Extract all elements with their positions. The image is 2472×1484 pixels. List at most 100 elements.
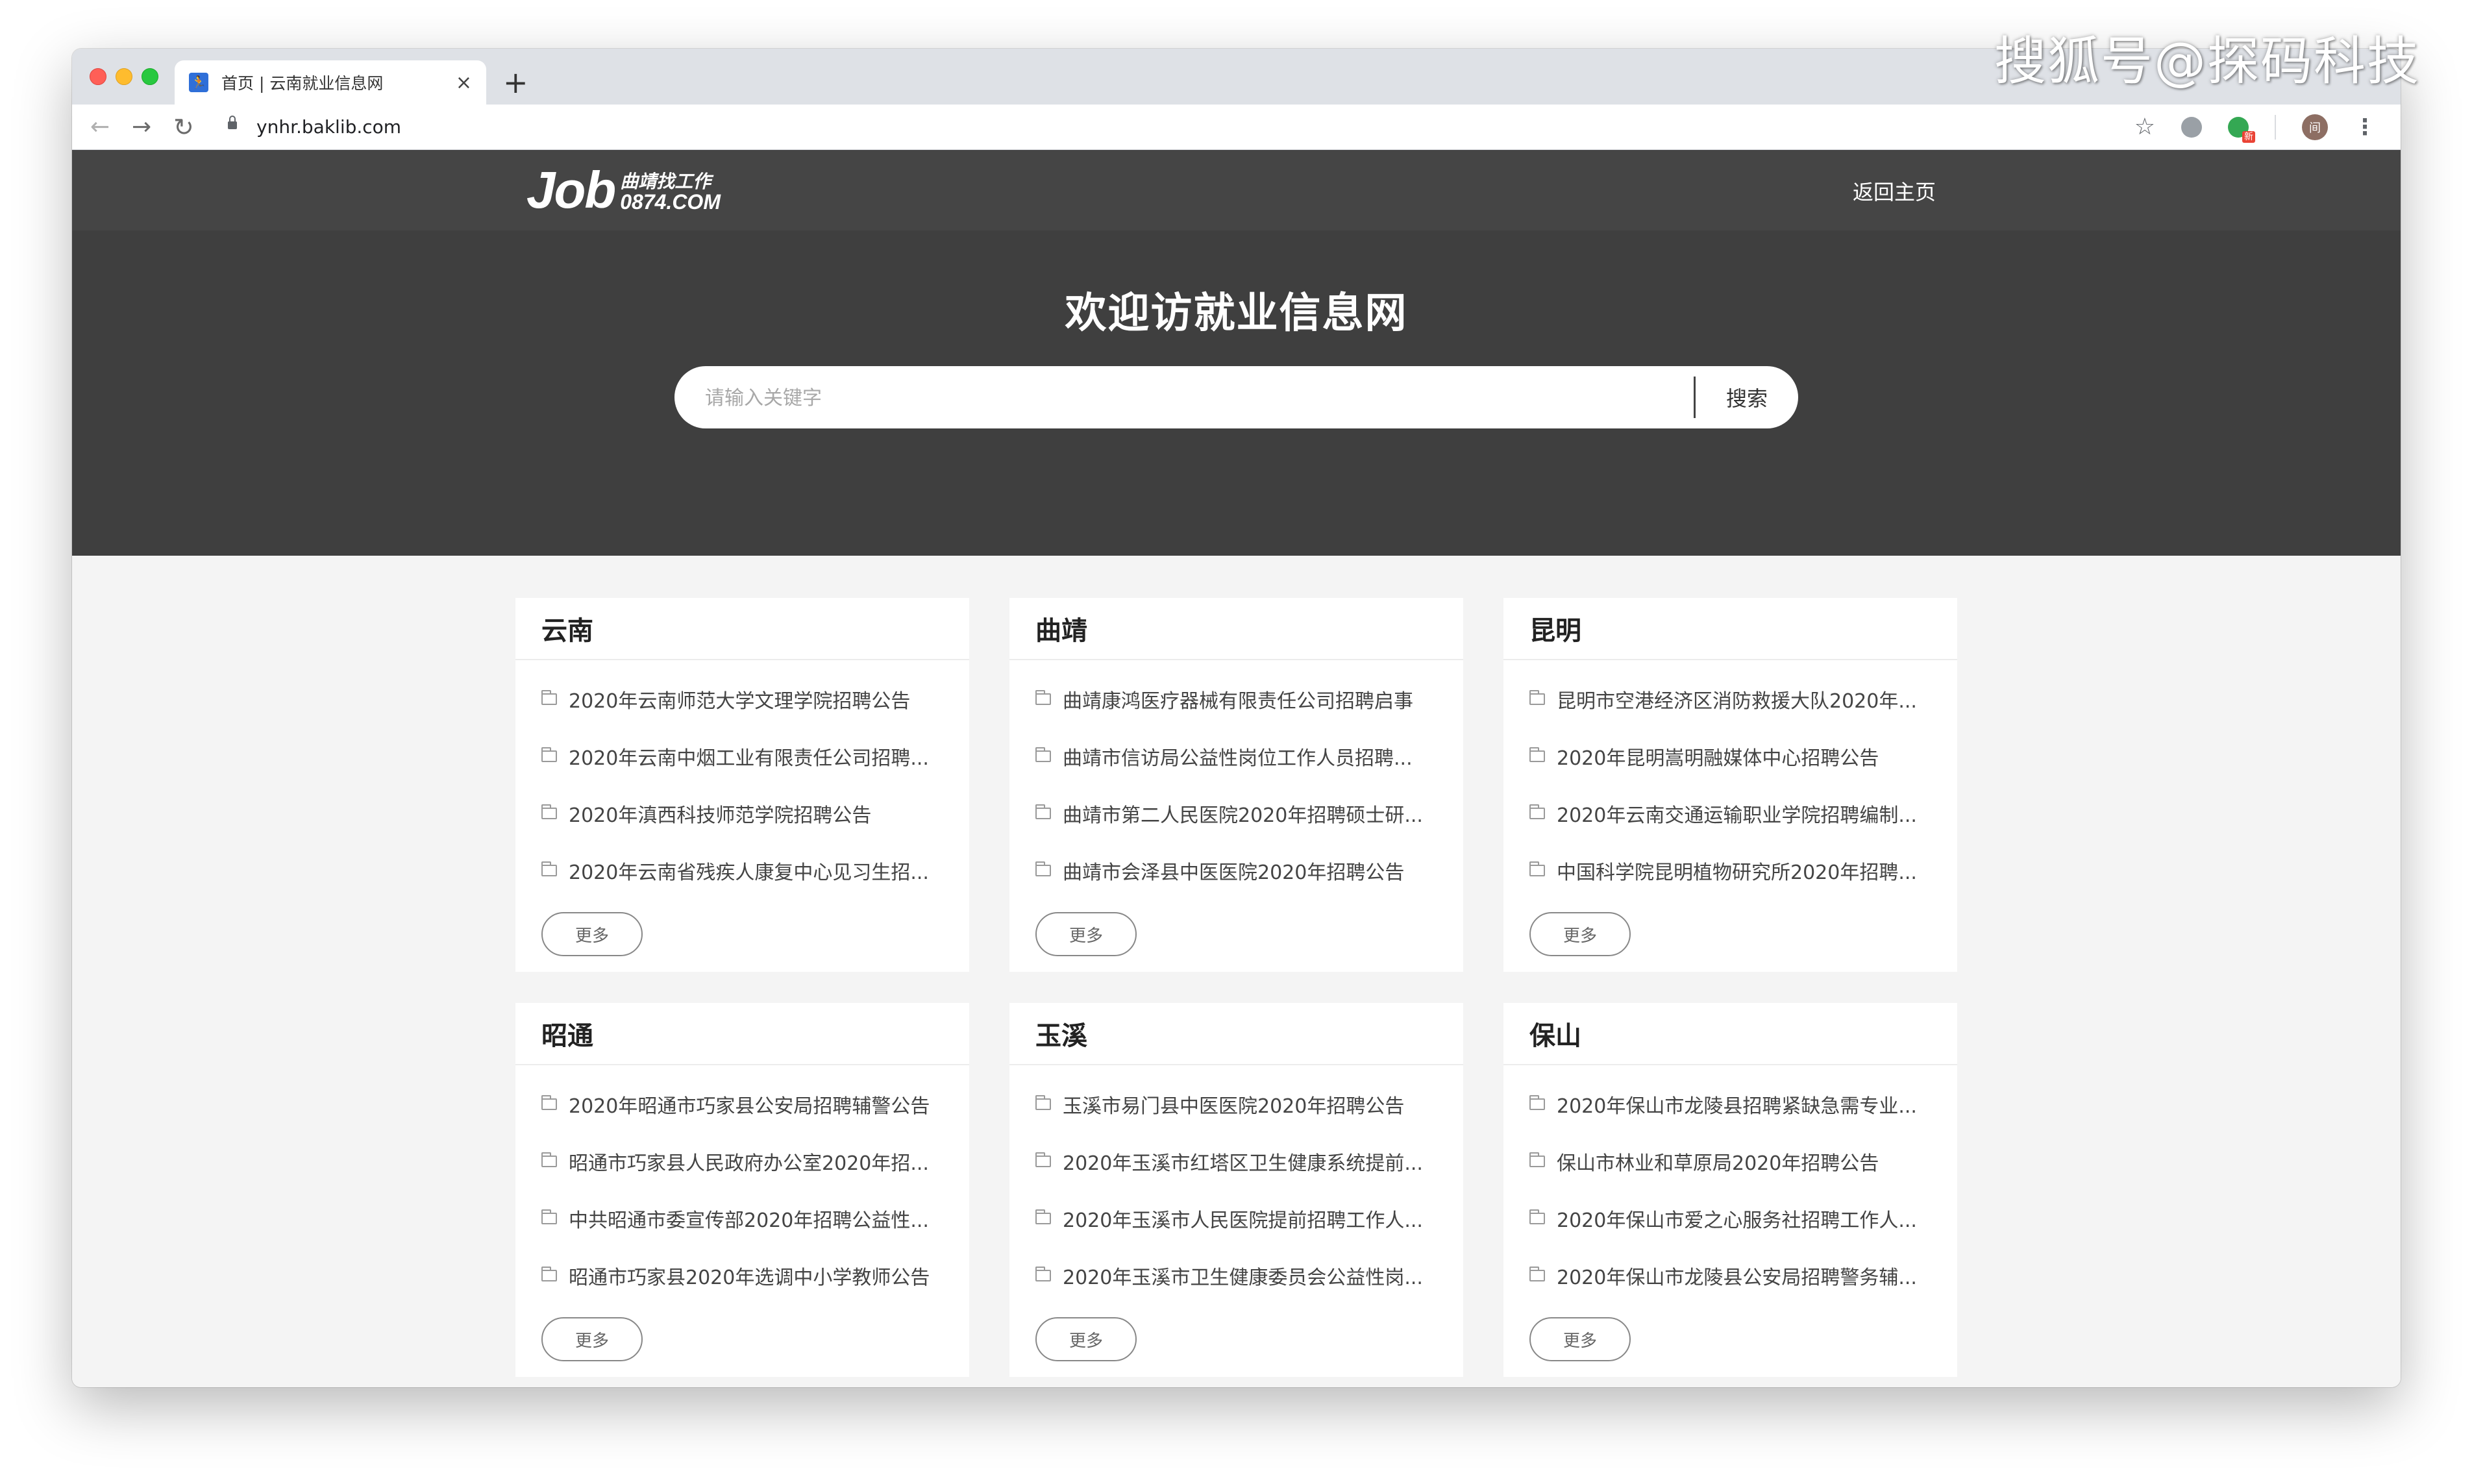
star-icon[interactable]: ☆ bbox=[2134, 114, 2155, 140]
list-item[interactable]: 中共昭通市委宣传部2020年招聘公益性... bbox=[541, 1190, 969, 1247]
forward-arrow-icon[interactable]: → bbox=[132, 112, 151, 142]
search-input[interactable] bbox=[704, 366, 1680, 430]
list-item[interactable]: 2020年昭通市巧家县公安局招聘辅警公告 bbox=[541, 1076, 969, 1133]
watermark-text: 搜狐号@探码科技 bbox=[1994, 31, 2420, 92]
folder-icon bbox=[1529, 1095, 1545, 1110]
card-list: 2020年云南师范大学文理学院招聘公告 2020年云南中烟工业有限责任公司招聘.… bbox=[515, 660, 969, 899]
list-item[interactable]: 2020年玉溪市卫生健康委员会公益性岗... bbox=[1035, 1247, 1463, 1304]
list-item[interactable]: 2020年昆明嵩明融媒体中心招聘公告 bbox=[1529, 728, 1957, 785]
list-item-text: 昭通市巧家县2020年选调中小学教师公告 bbox=[569, 1267, 930, 1289]
folder-icon bbox=[1035, 1095, 1051, 1110]
minimize-window-button[interactable] bbox=[116, 68, 132, 85]
more-button[interactable]: 更多 bbox=[1529, 1317, 1631, 1361]
list-item[interactable]: 昆明市空港经济区消防救援大队2020年... bbox=[1529, 671, 1957, 728]
category-card-yunnan: 云南 2020年云南师范大学文理学院招聘公告 2020年云南中烟工业有限责任公司… bbox=[515, 598, 969, 972]
list-item-text: 2020年保山市龙陵县公安局招聘警务辅... bbox=[1557, 1267, 1917, 1289]
logo-cn-text: 曲靖找工作 bbox=[620, 171, 711, 192]
card-title: 昆明 bbox=[1529, 616, 1581, 646]
list-item[interactable]: 2020年云南交通运输职业学院招聘编制... bbox=[1529, 785, 1957, 842]
home-link[interactable]: 返回主页 bbox=[1853, 176, 1936, 206]
list-item[interactable]: 中国科学院昆明植物研究所2020年招聘... bbox=[1529, 842, 1957, 899]
list-item-text: 2020年滇西科技师范学院招聘公告 bbox=[569, 804, 872, 827]
list-item-text: 昭通市巧家县人民政府办公室2020年招... bbox=[569, 1152, 929, 1175]
hero-section: Job 曲靖找工作 0874.COM 返回主页 欢迎访就业信息网 搜索 bbox=[72, 150, 2401, 556]
kebab-icon[interactable]: ⋮ bbox=[2354, 114, 2376, 140]
close-window-button[interactable] bbox=[90, 68, 106, 85]
tab-close-icon[interactable]: × bbox=[456, 71, 472, 94]
lock-icon[interactable] bbox=[228, 116, 237, 129]
folder-icon bbox=[1529, 690, 1545, 705]
list-item-text: 曲靖康鸿医疗器械有限责任公司招聘启事 bbox=[1063, 690, 1413, 713]
more-button[interactable]: 更多 bbox=[541, 912, 643, 956]
list-item-text: 曲靖市第二人民医院2020年招聘硕士研... bbox=[1063, 804, 1423, 827]
list-item-text: 2020年玉溪市人民医院提前招聘工作人... bbox=[1063, 1209, 1423, 1232]
list-item[interactable]: 2020年云南师范大学文理学院招聘公告 bbox=[541, 671, 969, 728]
list-item-text: 2020年玉溪市红塔区卫生健康系统提前... bbox=[1063, 1152, 1423, 1175]
card-list: 曲靖康鸿医疗器械有限责任公司招聘启事 曲靖市信访局公益性岗位工作人员招聘... … bbox=[1009, 660, 1463, 899]
list-item[interactable]: 2020年保山市龙陵县招聘紧缺急需专业... bbox=[1529, 1076, 1957, 1133]
card-header: 玉溪 bbox=[1009, 1003, 1463, 1065]
extension-icon[interactable] bbox=[2181, 116, 2202, 138]
browser-tab[interactable]: 🏃 首页 | 云南就业信息网 × bbox=[175, 60, 486, 105]
extension-badge-icon[interactable]: 新 bbox=[2228, 116, 2255, 143]
card-header: 昭通 bbox=[515, 1003, 969, 1065]
folder-icon bbox=[1035, 1267, 1051, 1281]
folder-icon bbox=[1529, 1267, 1545, 1281]
more-button[interactable]: 更多 bbox=[1035, 912, 1137, 956]
card-list: 2020年保山市龙陵县招聘紧缺急需专业... 保山市林业和草原局2020年招聘公… bbox=[1503, 1065, 1957, 1304]
category-card-zhaotong: 昭通 2020年昭通市巧家县公安局招聘辅警公告 昭通市巧家县人民政府办公室202… bbox=[515, 1003, 969, 1377]
list-item[interactable]: 2020年玉溪市人民医院提前招聘工作人... bbox=[1035, 1190, 1463, 1247]
list-item[interactable]: 2020年滇西科技师范学院招聘公告 bbox=[541, 785, 969, 842]
more-button[interactable]: 更多 bbox=[1529, 912, 1631, 956]
list-item-text: 中国科学院昆明植物研究所2020年招聘... bbox=[1557, 861, 1917, 884]
card-title: 曲靖 bbox=[1035, 616, 1087, 646]
list-item[interactable]: 玉溪市易门县中医医院2020年招聘公告 bbox=[1035, 1076, 1463, 1133]
list-item[interactable]: 曲靖康鸿医疗器械有限责任公司招聘启事 bbox=[1035, 671, 1463, 728]
folder-icon bbox=[541, 1267, 557, 1281]
card-header: 昆明 bbox=[1503, 598, 1957, 660]
category-grid: 云南 2020年云南师范大学文理学院招聘公告 2020年云南中烟工业有限责任公司… bbox=[515, 598, 1958, 1377]
list-item[interactable]: 曲靖市信访局公益性岗位工作人员招聘... bbox=[1035, 728, 1463, 785]
list-item-text: 曲靖市会泽县中医医院2020年招聘公告 bbox=[1063, 861, 1405, 884]
folder-icon bbox=[541, 1209, 557, 1224]
folder-icon bbox=[1529, 861, 1545, 876]
list-item[interactable]: 昭通市巧家县人民政府办公室2020年招... bbox=[541, 1133, 969, 1190]
logo-sub: 曲靖找工作 0874.COM bbox=[620, 171, 721, 213]
search-button[interactable]: 搜索 bbox=[1696, 366, 1798, 428]
list-item[interactable]: 昭通市巧家县2020年选调中小学教师公告 bbox=[541, 1247, 969, 1304]
new-tab-button[interactable]: + bbox=[503, 63, 528, 102]
more-button[interactable]: 更多 bbox=[541, 1317, 643, 1361]
list-item-text: 2020年云南省残疾人康复中心见习生招... bbox=[569, 861, 929, 884]
web-page: Job 曲靖找工作 0874.COM 返回主页 欢迎访就业信息网 搜索 云南 bbox=[72, 150, 2401, 1387]
folder-icon bbox=[541, 804, 557, 819]
site-logo[interactable]: Job 曲靖找工作 0874.COM bbox=[526, 164, 721, 216]
card-list: 2020年昭通市巧家县公安局招聘辅警公告 昭通市巧家县人民政府办公室2020年招… bbox=[515, 1065, 969, 1304]
list-item[interactable]: 2020年保山市龙陵县公安局招聘警务辅... bbox=[1529, 1247, 1957, 1304]
list-item-text: 2020年保山市龙陵县招聘紧缺急需专业... bbox=[1557, 1095, 1917, 1118]
tab-title: 首页 | 云南就业信息网 bbox=[221, 74, 384, 93]
card-header: 云南 bbox=[515, 598, 969, 660]
list-item-text: 玉溪市易门县中医医院2020年招聘公告 bbox=[1063, 1095, 1405, 1118]
reload-icon[interactable]: ↻ bbox=[173, 112, 194, 142]
more-button[interactable]: 更多 bbox=[1035, 1317, 1137, 1361]
list-item[interactable]: 2020年云南省残疾人康复中心见习生招... bbox=[541, 842, 969, 899]
folder-icon bbox=[541, 1152, 557, 1167]
profile-avatar[interactable]: 间 bbox=[2302, 114, 2328, 140]
list-item[interactable]: 2020年云南中烟工业有限责任公司招聘... bbox=[541, 728, 969, 785]
logo-main-text: Job bbox=[526, 161, 616, 219]
folder-icon bbox=[1035, 804, 1051, 819]
list-item[interactable]: 保山市林业和草原局2020年招聘公告 bbox=[1529, 1133, 1957, 1190]
list-item[interactable]: 曲靖市会泽县中医医院2020年招聘公告 bbox=[1035, 842, 1463, 899]
folder-icon bbox=[541, 747, 557, 762]
browser-window: 🏃 首页 | 云南就业信息网 × + ← → ↻ ynhr.baklib.com… bbox=[72, 49, 2401, 1387]
zoom-window-button[interactable] bbox=[142, 68, 158, 85]
toolbar-divider bbox=[2275, 114, 2276, 140]
list-item-text: 2020年玉溪市卫生健康委员会公益性岗... bbox=[1063, 1267, 1423, 1289]
card-title: 玉溪 bbox=[1035, 1021, 1087, 1051]
list-item[interactable]: 曲靖市第二人民医院2020年招聘硕士研... bbox=[1035, 785, 1463, 842]
list-item[interactable]: 2020年保山市爱之心服务社招聘工作人... bbox=[1529, 1190, 1957, 1247]
address-bar[interactable]: ynhr.baklib.com bbox=[256, 115, 401, 140]
list-item[interactable]: 2020年玉溪市红塔区卫生健康系统提前... bbox=[1035, 1133, 1463, 1190]
back-arrow-icon[interactable]: ← bbox=[90, 112, 110, 142]
list-item-text: 2020年云南交通运输职业学院招聘编制... bbox=[1557, 804, 1917, 827]
